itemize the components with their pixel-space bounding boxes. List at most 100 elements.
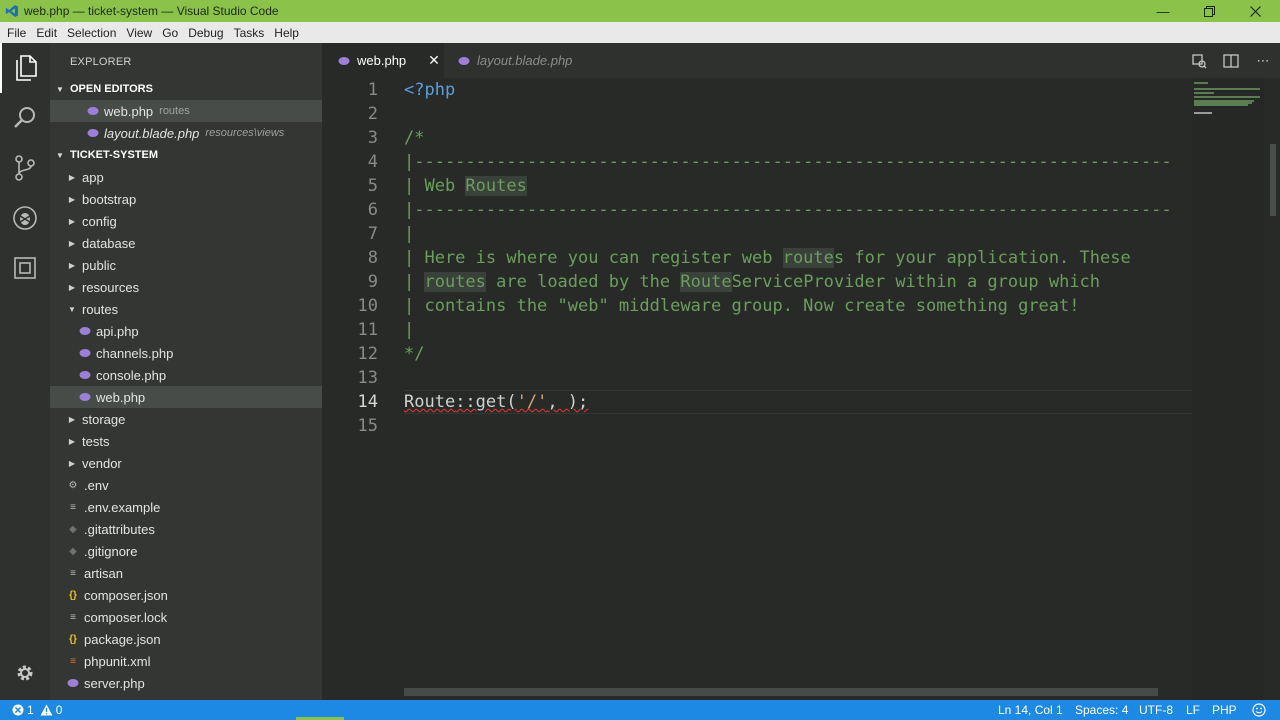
- minimap-line: [1194, 96, 1260, 98]
- file-item[interactable]: channels.php: [50, 342, 322, 364]
- file-item[interactable]: ◆ .gitignore: [50, 540, 322, 562]
- project-header[interactable]: ▼ TICKET-SYSTEM: [50, 144, 322, 166]
- class-name: Route: [404, 392, 456, 412]
- php-file-icon: [66, 678, 80, 688]
- highlighted-word: Routes: [465, 176, 527, 196]
- folder-name: bootstrap: [82, 191, 137, 207]
- files-icon[interactable]: [0, 43, 50, 93]
- debug-icon[interactable]: [0, 193, 50, 243]
- extensions-icon[interactable]: [0, 243, 50, 293]
- line-number: 3: [367, 128, 378, 148]
- file-item[interactable]: {} composer.json: [50, 584, 322, 606]
- php-file-icon: [456, 56, 472, 66]
- folder-item[interactable]: ▶ resources: [50, 276, 322, 298]
- more-actions-icon[interactable]: ⋯: [1248, 43, 1278, 78]
- menu-selection[interactable]: Selection: [62, 26, 121, 40]
- folder-item[interactable]: ▼ routes: [50, 298, 322, 320]
- gear-file-icon: ⚙: [68, 479, 78, 491]
- split-editor-icon[interactable]: [1216, 43, 1246, 78]
- problems-indicator[interactable]: 1 0: [12, 700, 62, 720]
- file-item[interactable]: server.php: [50, 672, 322, 694]
- file-item[interactable]: {} package.json: [50, 628, 322, 650]
- line-number: 2: [367, 104, 378, 124]
- tab-web-php[interactable]: web.php ✕: [322, 43, 444, 78]
- menu-file[interactable]: File: [2, 26, 31, 40]
- code-editor[interactable]: 1 2 3 4 5 6 7 8 9 10 11 12 13 14 15 <?ph…: [322, 78, 1280, 700]
- restore-icon[interactable]: [1186, 0, 1232, 22]
- folder-item[interactable]: ▶ database: [50, 232, 322, 254]
- comment-text: s for your application. These: [833, 248, 1131, 268]
- file-item[interactable]: ≡ artisan: [50, 562, 322, 584]
- code-line: |---------------------------------------…: [404, 198, 1194, 222]
- code-punctuation: , );: [547, 392, 589, 412]
- php-file-icon: [78, 348, 92, 358]
- folder-name: resources: [82, 279, 140, 295]
- chevron-right-icon: ▶: [68, 216, 76, 226]
- tab-label: layout.blade.php: [477, 53, 573, 68]
- open-editor-item[interactable]: web.php routes: [50, 100, 322, 122]
- menu-view[interactable]: View: [121, 26, 157, 40]
- chevron-right-icon: ▶: [68, 238, 76, 248]
- comment-text: |---------------------------------------…: [404, 152, 1172, 172]
- menu-edit[interactable]: Edit: [31, 26, 62, 40]
- source-control-icon[interactable]: [0, 143, 50, 193]
- open-editor-name: web.php: [104, 103, 154, 119]
- menu-bar: File Edit Selection View Go Debug Tasks …: [0, 22, 1280, 43]
- encoding-setting[interactable]: UTF-8: [1139, 700, 1173, 720]
- code-content[interactable]: <?php /* |------------------------------…: [404, 78, 1194, 438]
- file-name: .env: [84, 477, 109, 493]
- folder-item[interactable]: ▶ vendor: [50, 452, 322, 474]
- vertical-scrollbar[interactable]: [1270, 144, 1276, 216]
- file-item[interactable]: ◆ .gitattributes: [50, 518, 322, 540]
- close-icon[interactable]: ✕: [428, 52, 440, 69]
- folder-item[interactable]: ▶ bootstrap: [50, 188, 322, 210]
- file-item[interactable]: ≡ phpunit.xml: [50, 650, 322, 672]
- search-icon[interactable]: [0, 93, 50, 143]
- file-item[interactable]: console.php: [50, 364, 322, 386]
- open-editor-name: layout.blade.php: [104, 125, 200, 141]
- minimap-line: [1194, 82, 1208, 84]
- menu-debug[interactable]: Debug: [183, 26, 228, 40]
- file-item[interactable]: web.php: [50, 386, 322, 408]
- gear-icon[interactable]: [0, 648, 50, 698]
- folder-item[interactable]: ▶ config: [50, 210, 322, 232]
- chevron-right-icon: ▶: [68, 282, 76, 292]
- project-label: TICKET-SYSTEM: [70, 149, 159, 161]
- minimize-icon[interactable]: —: [1140, 0, 1186, 22]
- file-item[interactable]: ≡ .env.example: [50, 496, 322, 518]
- folder-name: vendor: [82, 455, 122, 471]
- folder-item[interactable]: ▶ tests: [50, 430, 322, 452]
- open-editors-header[interactable]: ▼ OPEN EDITORS: [50, 78, 322, 100]
- file-item[interactable]: ≡ composer.lock: [50, 606, 322, 628]
- close-window-icon[interactable]: [1232, 0, 1278, 22]
- comment-text: | Here is where you can register web: [404, 248, 783, 268]
- eol-setting[interactable]: LF: [1186, 700, 1200, 720]
- file-item[interactable]: api.php: [50, 320, 322, 342]
- comment-text: */: [404, 344, 425, 364]
- file-item[interactable]: ⚙ .env: [50, 474, 322, 496]
- folder-item[interactable]: ▶ app: [50, 166, 322, 188]
- cursor-position[interactable]: Ln 14, Col 1: [998, 700, 1063, 720]
- open-changes-icon[interactable]: [1184, 43, 1214, 78]
- folder-name: public: [82, 257, 116, 273]
- menu-help[interactable]: Help: [269, 26, 304, 40]
- file-name: channels.php: [96, 345, 174, 361]
- smiley-icon[interactable]: [1252, 700, 1266, 720]
- line-number: 14: [357, 392, 378, 412]
- chevron-right-icon: ▶: [68, 260, 76, 270]
- language-mode[interactable]: PHP: [1212, 700, 1237, 720]
- menu-tasks[interactable]: Tasks: [229, 26, 270, 40]
- minimap[interactable]: [1192, 78, 1264, 700]
- chevron-down-icon: ▼: [56, 84, 64, 94]
- open-editor-item[interactable]: layout.blade.php resources\views: [50, 122, 322, 144]
- horizontal-scrollbar[interactable]: [404, 688, 1158, 696]
- folder-item[interactable]: ▶ public: [50, 254, 322, 276]
- folder-item[interactable]: ▶ storage: [50, 408, 322, 430]
- tab-layout-blade-php[interactable]: layout.blade.php: [444, 43, 586, 78]
- open-editors-label: OPEN EDITORS: [70, 83, 153, 95]
- menu-go[interactable]: Go: [157, 26, 183, 40]
- folder-name: app: [82, 169, 104, 185]
- indentation-setting[interactable]: Spaces: 4: [1075, 700, 1128, 720]
